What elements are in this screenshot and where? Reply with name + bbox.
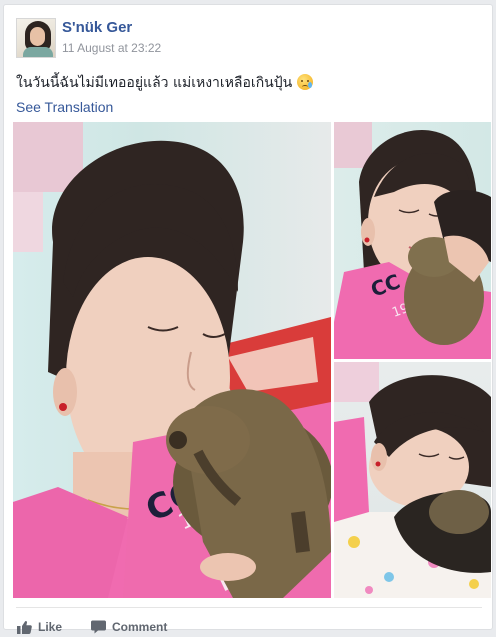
post-card: S'nük Ger 11 August at 23:22 ในวันนี้ฉัน… xyxy=(3,4,493,634)
post-text: ในวันนี้ฉันไม่มีเทออยู่แล้ว แม่เหงาเหลือ… xyxy=(16,72,314,94)
crying-face-icon xyxy=(297,74,314,90)
post-text-content: ในวันนี้ฉันไม่มีเทออยู่แล้ว แม่เหงาเหลือ… xyxy=(16,75,293,91)
photo-woman-with-pet-main[interactable]: CC 19 NE xyxy=(13,122,331,598)
photo-woman-hugging-pet[interactable]: CC 19 xyxy=(334,122,491,359)
author-avatar[interactable] xyxy=(16,18,56,58)
post-timestamp[interactable]: 11 August at 23:22 xyxy=(62,41,161,55)
author-name-link[interactable]: S'nük Ger xyxy=(62,19,132,36)
see-translation-link[interactable]: See Translation xyxy=(16,99,113,115)
comment-button[interactable]: Comment xyxy=(91,618,167,636)
photo-woman-lying-with-pet[interactable] xyxy=(334,362,491,598)
actions-divider xyxy=(16,607,482,608)
like-button[interactable]: Like xyxy=(17,618,62,636)
